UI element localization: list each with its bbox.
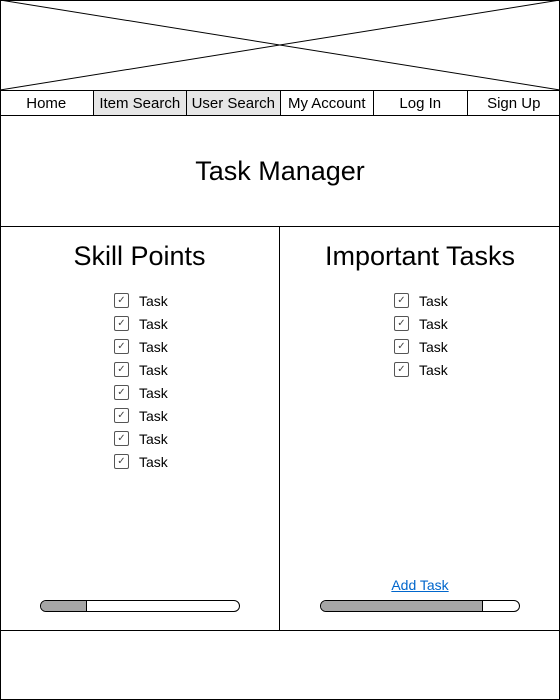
add-task-link[interactable]: Add Task xyxy=(280,577,560,593)
task-label: Task xyxy=(419,361,448,378)
task-label: Task xyxy=(139,453,168,470)
nav-item-log-in[interactable]: Log In xyxy=(373,91,467,115)
task-item: ✓ Task xyxy=(394,312,448,335)
checkbox[interactable]: ✓ xyxy=(394,362,409,377)
task-item: ✓ Task xyxy=(114,450,168,473)
task-item: ✓ Task xyxy=(114,427,168,450)
skill-task-list: ✓ Task ✓ Task ✓ Task ✓ Task ✓ Task ✓ Task ✓ Tas… xyxy=(114,289,168,473)
checkmark-icon: ✓ xyxy=(117,317,126,329)
task-item: ✓ Task xyxy=(394,335,448,358)
checkbox[interactable]: ✓ xyxy=(114,408,129,423)
task-item: ✓ Task xyxy=(114,289,168,312)
task-label: Task xyxy=(139,292,168,309)
task-label: Task xyxy=(139,430,168,447)
checkmark-icon: ✓ xyxy=(397,317,406,329)
task-item: ✓ Task xyxy=(114,312,168,335)
footer-divider xyxy=(0,630,560,631)
important-tasks-panel: Important Tasks ✓ Task ✓ Task ✓ Task ✓ Task … xyxy=(280,227,560,630)
checkmark-icon: ✓ xyxy=(397,363,406,375)
task-label: Task xyxy=(139,361,168,378)
checkmark-icon: ✓ xyxy=(117,386,126,398)
checkbox[interactable]: ✓ xyxy=(114,362,129,377)
skill-points-panel: Skill Points ✓ Task ✓ Task ✓ Task ✓ Task ✓ Ta… xyxy=(0,227,280,630)
task-label: Task xyxy=(139,338,168,355)
task-label: Task xyxy=(419,338,448,355)
task-label: Task xyxy=(139,384,168,401)
important-progress-bar xyxy=(320,600,520,612)
task-item: ✓ Task xyxy=(114,358,168,381)
title-band: Task Manager xyxy=(0,116,560,227)
important-task-list: ✓ Task ✓ Task ✓ Task ✓ Task xyxy=(394,289,448,381)
task-item: ✓ Task xyxy=(394,289,448,312)
checkmark-icon: ✓ xyxy=(117,455,126,467)
nav-item-sign-up[interactable]: Sign Up xyxy=(466,91,560,115)
checkbox[interactable]: ✓ xyxy=(394,293,409,308)
page-title: Task Manager xyxy=(195,155,365,186)
task-item: ✓ Task xyxy=(394,358,448,381)
nav-item-my-account[interactable]: My Account xyxy=(279,91,374,115)
nav-item-user-search[interactable]: User Search xyxy=(186,91,280,115)
nav-item-home[interactable]: Home xyxy=(0,91,93,115)
nav-item-item-search[interactable]: Item Search xyxy=(92,91,186,115)
task-label: Task xyxy=(139,407,168,424)
checkbox[interactable]: ✓ xyxy=(114,316,129,331)
skill-progress-fill xyxy=(41,601,87,611)
checkmark-icon: ✓ xyxy=(117,409,126,421)
task-item: ✓ Task xyxy=(114,381,168,404)
checkbox[interactable]: ✓ xyxy=(394,316,409,331)
task-item: ✓ Task xyxy=(114,335,168,358)
checkbox[interactable]: ✓ xyxy=(114,339,129,354)
checkmark-icon: ✓ xyxy=(117,340,126,352)
checkmark-icon: ✓ xyxy=(117,432,126,444)
checkmark-icon: ✓ xyxy=(397,340,406,352)
checkmark-icon: ✓ xyxy=(117,363,126,375)
skill-points-title: Skill Points xyxy=(73,241,206,271)
task-label: Task xyxy=(419,292,448,309)
checkbox[interactable]: ✓ xyxy=(114,385,129,400)
nav-bar: Home Item Search User Search My Account … xyxy=(0,90,560,116)
checkbox[interactable]: ✓ xyxy=(394,339,409,354)
checkmark-icon: ✓ xyxy=(117,294,126,306)
task-label: Task xyxy=(419,315,448,332)
task-label: Task xyxy=(139,315,168,332)
checkbox[interactable]: ✓ xyxy=(114,431,129,446)
banner-image-placeholder-icon xyxy=(0,0,560,90)
checkbox[interactable]: ✓ xyxy=(114,293,129,308)
important-progress-fill xyxy=(321,601,484,611)
checkbox[interactable]: ✓ xyxy=(114,454,129,469)
skill-progress-bar xyxy=(40,600,240,612)
important-tasks-title: Important Tasks xyxy=(324,241,516,271)
checkmark-icon: ✓ xyxy=(397,294,406,306)
task-item: ✓ Task xyxy=(114,404,168,427)
